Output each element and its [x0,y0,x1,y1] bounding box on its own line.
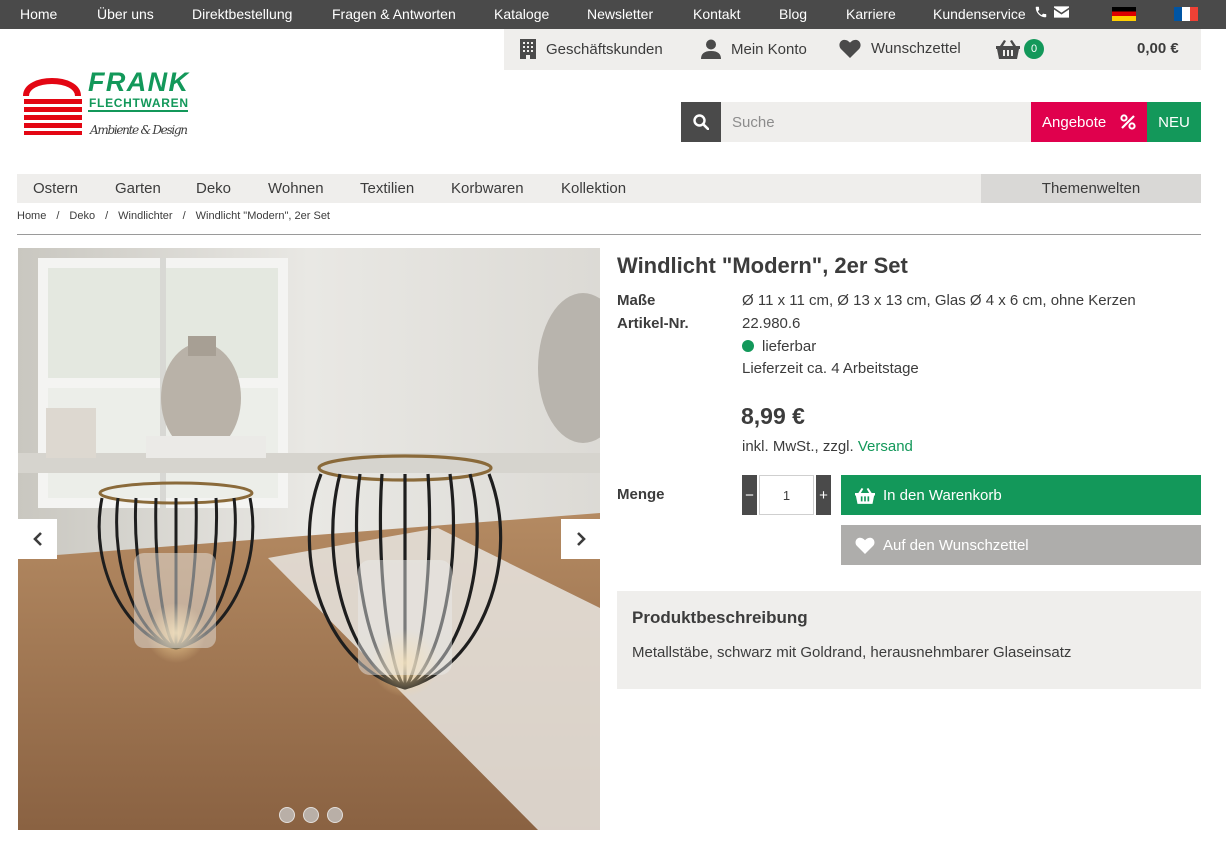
top-link-direct-order[interactable]: Direktbestellung [192,6,292,22]
search-input[interactable] [721,102,1031,142]
sku-label: Artikel-Nr. [617,315,689,332]
sku-value: 22.980.6 [742,315,801,332]
business-customers-link[interactable]: Geschäftskunden [520,39,663,59]
breadcrumb-deko[interactable]: Deko [69,210,95,222]
basket-icon [855,487,875,504]
availability: lieferbar [742,338,816,355]
account-bar: Geschäftskunden Mein Konto Wunschzettel … [504,29,1201,70]
top-link-blog[interactable]: Blog [779,6,807,22]
dimensions-value: Ø 11 x 11 cm, Ø 13 x 13 cm, Glas Ø 4 x 6… [742,292,1136,309]
gallery-dot-2[interactable] [303,807,319,823]
gallery-next-button[interactable] [561,519,600,559]
nav-item-korbwaren[interactable]: Korbwaren [451,180,524,197]
top-link-contact[interactable]: Kontakt [693,6,740,22]
nav-item-ostern[interactable]: Ostern [33,180,78,197]
user-icon [701,39,721,59]
top-link-home[interactable]: Home [20,6,57,22]
gallery-dots [279,807,343,823]
add-to-cart-label: In den Warenkorb [883,486,1002,504]
nav-item-deko[interactable]: Deko [196,180,231,197]
top-link-about[interactable]: Über uns [97,6,154,22]
logo[interactable]: FRANK FLECHTWAREN Ambiente & Design [22,66,192,140]
top-link-career[interactable]: Karriere [846,6,896,22]
business-customers-label: Geschäftskunden [546,40,663,58]
heart-icon [855,537,875,554]
shipping-link[interactable]: Versand [858,438,913,455]
product-title: Windlicht "Modern", 2er Set [617,253,908,278]
breadcrumb-divider [17,234,1201,235]
main-nav: Ostern Garten Deko Wohnen Textilien Korb… [17,174,981,203]
quantity-input[interactable] [759,475,814,515]
fr-flag-icon[interactable] [1174,7,1198,21]
my-account-link[interactable]: Mein Konto [701,39,807,59]
chevron-right-icon [576,532,586,546]
product-description: Produktbeschreibung Metallstäbe, schwarz… [617,591,1201,689]
search-button[interactable] [681,102,721,142]
gallery-dot-3[interactable] [327,807,343,823]
breadcrumb-windlichter[interactable]: Windlichter [118,210,172,222]
new-button[interactable]: NEU [1147,102,1201,142]
mail-icon[interactable] [1054,6,1069,18]
top-bar: Home Über uns Direktbestellung Fragen & … [0,0,1226,29]
dimensions-label: Maße [617,292,656,309]
cart-count-badge: 0 [1024,39,1044,59]
nav-item-wohnen[interactable]: Wohnen [268,180,324,197]
availability-dot-icon [742,340,754,352]
chevron-left-icon [32,532,42,546]
description-title: Produktbeschreibung [632,608,808,627]
heart-icon [839,39,861,58]
availability-text: lieferbar [762,338,817,355]
top-link-catalogs[interactable]: Kataloge [494,6,549,22]
wishlist-label: Wunschzettel [871,40,961,57]
nav-item-garten[interactable]: Garten [115,180,161,197]
quantity-increase-button[interactable]: + [816,475,831,515]
cart-total[interactable]: 0,00 € [1137,40,1179,57]
quantity-label: Menge [617,486,665,503]
quantity-decrease-button[interactable]: − [742,475,757,515]
logo-name: FRANK [88,67,191,97]
breadcrumb-home[interactable]: Home [17,210,46,222]
product-price: 8,99 € [741,403,805,429]
search-icon [693,114,709,130]
product-image[interactable] [18,248,600,830]
breadcrumb: Home / Deko / Windlichter / Windlicht "Modern"… [17,210,330,222]
top-link-faq[interactable]: Fragen & Antworten [332,6,456,22]
nav-item-kollektion[interactable]: Kollektion [561,180,626,197]
add-to-wishlist-label: Auf den Wunschzettel [883,536,1029,554]
add-to-cart-button[interactable]: In den Warenkorb [841,475,1201,515]
percent-icon [1120,114,1136,130]
nav-item-textilien[interactable]: Textilien [360,180,414,197]
offers-button[interactable]: Angebote [1031,102,1147,142]
phone-icon[interactable] [1034,5,1048,19]
de-flag-icon[interactable] [1112,7,1136,21]
wishlist-link[interactable]: Wunschzettel [839,39,961,58]
top-link-newsletter[interactable]: Newsletter [587,6,653,22]
logo-sub: FLECHTWAREN [89,96,188,110]
logo-tagline: Ambiente & Design [89,123,188,137]
my-account-label: Mein Konto [731,40,807,58]
description-text: Metallstäbe, schwarz mit Goldrand, herau… [632,644,1072,661]
top-link-customer-service[interactable]: Kundenservice [933,6,1026,22]
building-icon [520,39,536,59]
tax-info: inkl. MwSt., zzgl. Versand [742,438,913,455]
breadcrumb-current: Windlicht "Modern", 2er Set [195,210,330,222]
gallery-prev-button[interactable] [18,519,57,559]
basket-icon [996,40,1020,59]
tax-prefix: inkl. MwSt., zzgl. [742,438,854,455]
delivery-time: Lieferzeit ca. 4 Arbeitstage [742,360,919,377]
gallery-dot-1[interactable] [279,807,295,823]
cart-link[interactable]: 0 [996,39,1044,59]
add-to-wishlist-button[interactable]: Auf den Wunschzettel [841,525,1201,565]
offers-label: Angebote [1042,113,1107,131]
nav-item-themenwelten[interactable]: Themenwelten [981,174,1201,203]
